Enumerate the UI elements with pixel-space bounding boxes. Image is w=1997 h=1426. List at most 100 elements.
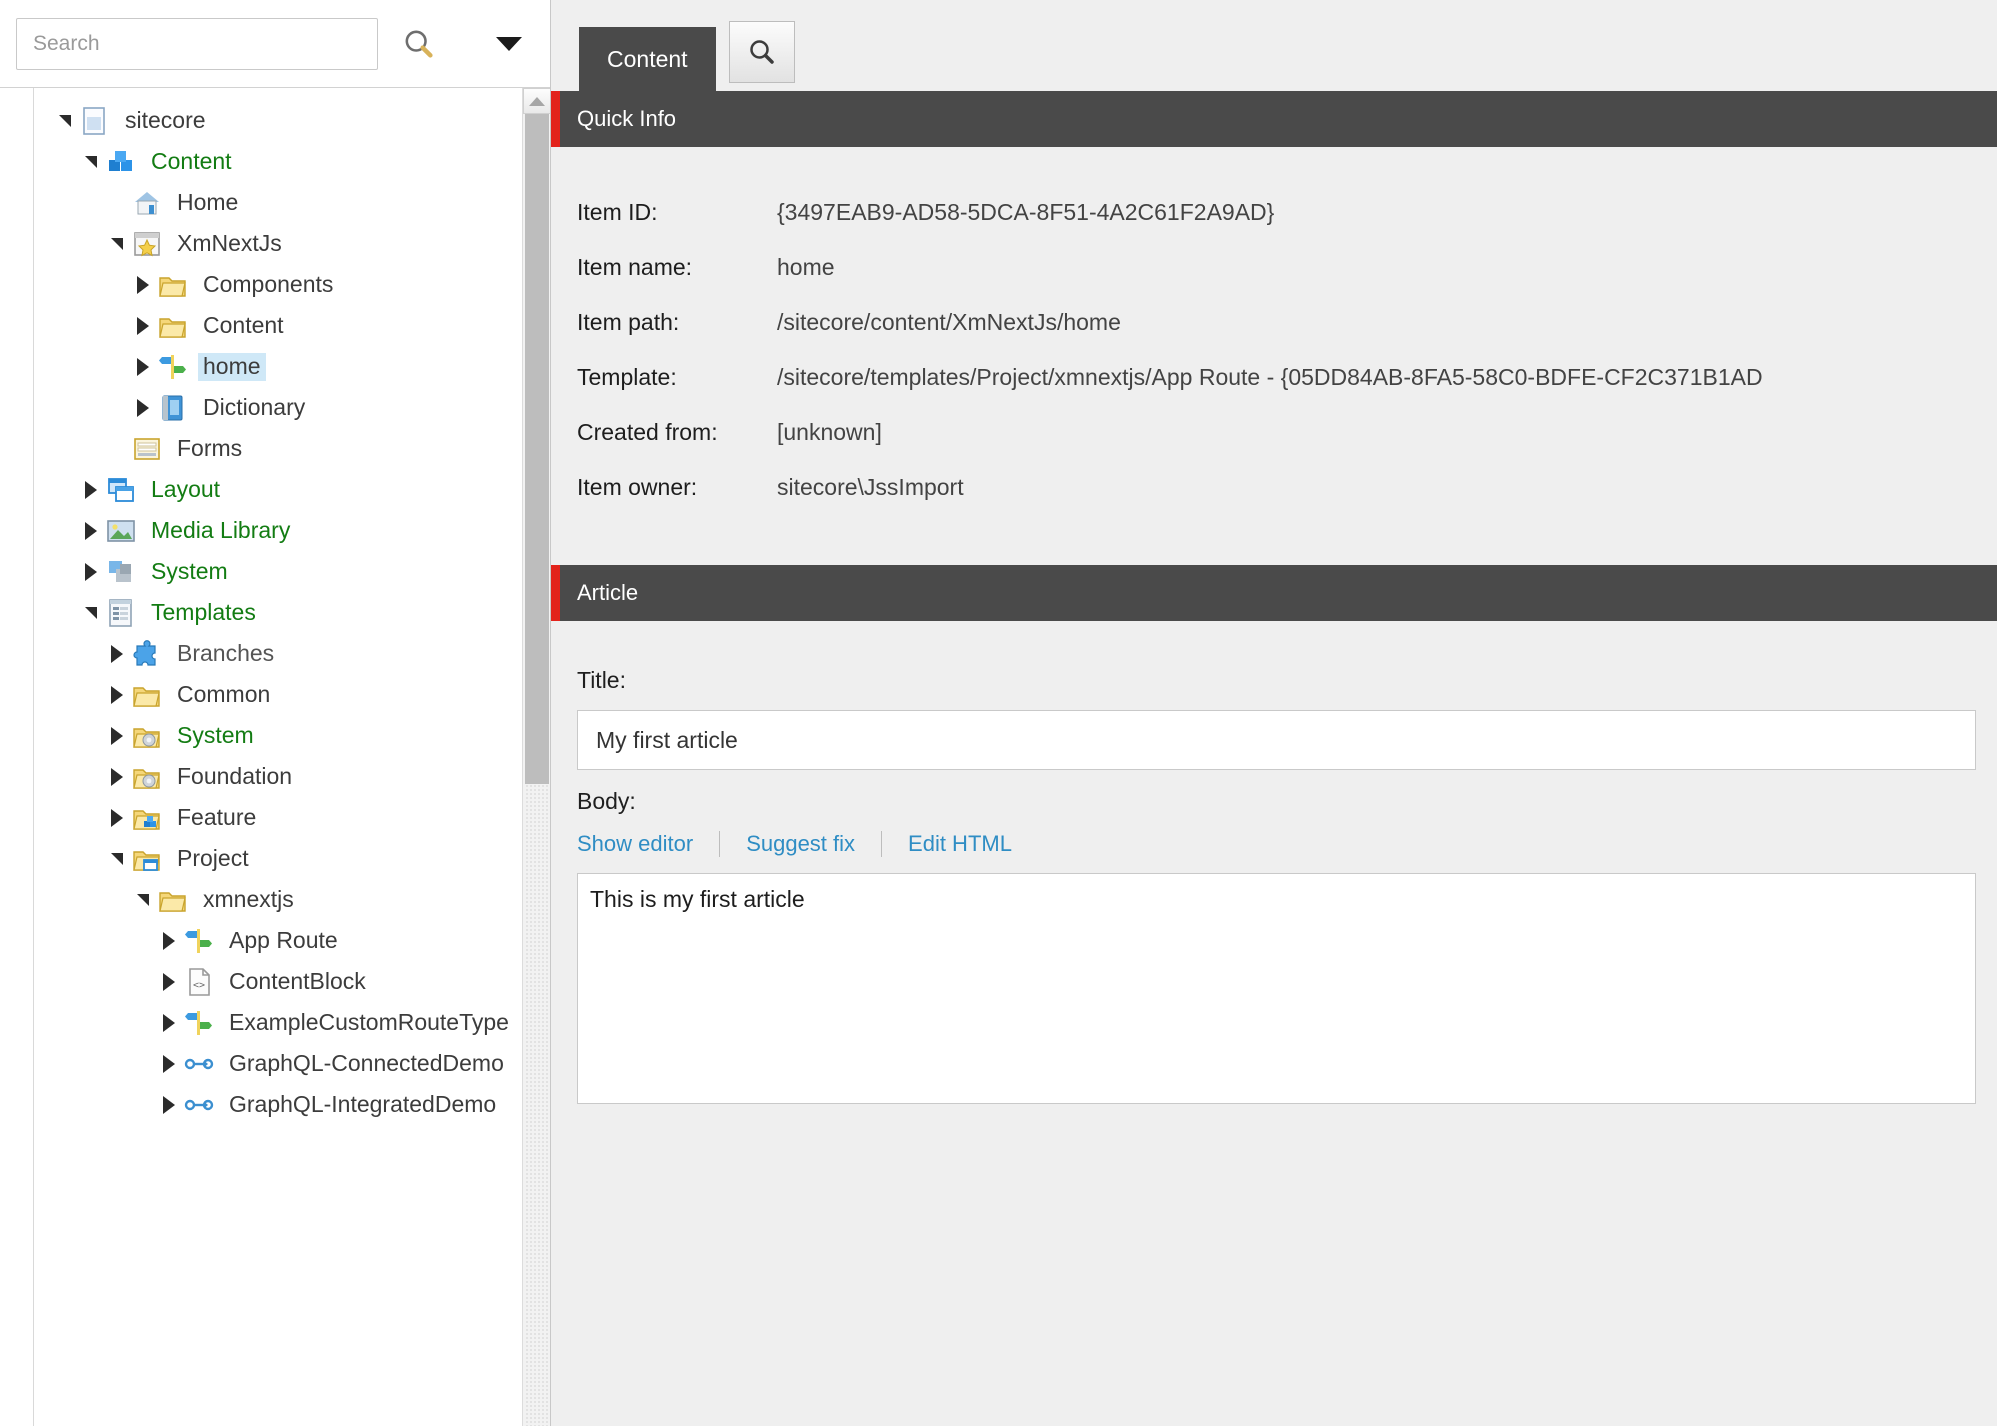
body-link-suggest-fix[interactable]: Suggest fix [746, 831, 855, 857]
tree-item-media-library[interactable]: Media Library [34, 510, 550, 551]
expand-triangle-icon[interactable] [78, 562, 104, 581]
tree-item-contentblock[interactable]: <> ContentBlock [34, 961, 550, 1002]
tree-item-label: XmNextJs [177, 229, 282, 256]
search-icon[interactable] [392, 16, 446, 72]
quick-info-value: /sitecore/templates/Project/xmnextjs/App… [777, 364, 1763, 390]
quick-info-row: Item path: /sitecore/content/XmNextJs/hom… [577, 309, 1997, 364]
tree-item-xmnextjs[interactable]: XmNextJs [34, 223, 550, 264]
tree-item-content[interactable]: Content [34, 305, 550, 346]
scroll-up-button[interactable] [523, 88, 550, 114]
collapse-triangle-icon[interactable] [52, 114, 78, 127]
folder-cubes-icon [132, 803, 162, 833]
layout-windows-icon [106, 475, 136, 505]
expand-triangle-icon[interactable] [130, 316, 156, 335]
tree-item-label: Foundation [177, 762, 293, 789]
body-field-label: Body: [577, 788, 636, 814]
expand-triangle-icon[interactable] [156, 1095, 182, 1114]
body-link-edit-html[interactable]: Edit HTML [908, 831, 1012, 857]
tree-item-graphql-integrateddemo[interactable]: GraphQL-IntegratedDemo [34, 1084, 550, 1125]
body-link-show-editor[interactable]: Show editor [577, 831, 693, 857]
tree-item-dictionary[interactable]: Dictionary [34, 387, 550, 428]
tree-item-label: Forms [177, 434, 243, 461]
tree-item-label: Content [151, 147, 232, 174]
content-tree-pane: sitecore Content Home XmNextJs Components Con… [0, 0, 551, 1426]
quick-info-value: sitecore\JssImport [777, 474, 964, 500]
expand-triangle-icon[interactable] [104, 644, 130, 663]
tree-item-system[interactable]: System [34, 715, 550, 756]
expand-triangle-icon[interactable] [104, 808, 130, 827]
expand-triangle-icon[interactable] [156, 1013, 182, 1032]
tree-vertical-scrollbar[interactable] [522, 88, 550, 1426]
tree-item-label: Feature [177, 803, 257, 830]
quick-info-row: Item ID: {3497EAB9-AD58-5DCA-8F51-4A2C61F… [577, 199, 1997, 254]
expand-triangle-icon[interactable] [156, 1054, 182, 1073]
expand-triangle-icon[interactable] [78, 521, 104, 540]
tree-item-examplecustomroutetype[interactable]: ExampleCustomRouteType [34, 1002, 550, 1043]
article-section-header: Article [551, 565, 1997, 621]
tree-item-foundation[interactable]: Foundation [34, 756, 550, 797]
tree-item-system[interactable]: System [34, 551, 550, 592]
tree-item-content[interactable]: Content [34, 141, 550, 182]
tree-item-label: Templates [151, 598, 256, 625]
expand-triangle-icon[interactable] [78, 480, 104, 499]
tree-item-home[interactable]: home [34, 346, 550, 387]
tree-item-layout[interactable]: Layout [34, 469, 550, 510]
tree-item-label: App Route [229, 926, 338, 953]
expand-triangle-icon[interactable] [156, 931, 182, 950]
quick-info-value: [unknown] [777, 419, 882, 445]
tree-item-templates[interactable]: Templates [34, 592, 550, 633]
tree-item-graphql-connecteddemo[interactable]: GraphQL-ConnectedDemo [34, 1043, 550, 1084]
expand-triangle-icon[interactable] [130, 275, 156, 294]
svg-text:<>: <> [193, 980, 205, 991]
expand-triangle-icon[interactable] [130, 398, 156, 417]
system-cubes-icon [106, 557, 136, 587]
tree-item-app-route[interactable]: App Route [34, 920, 550, 961]
tree-item-forms[interactable]: Forms [34, 428, 550, 469]
scrollbar-track[interactable] [525, 784, 549, 1426]
search-input[interactable] [16, 17, 378, 70]
tree-item-project[interactable]: Project [34, 838, 550, 879]
link-separator [881, 831, 883, 857]
quick-info-section-header: Quick Info [551, 91, 1997, 147]
tree-gutter [0, 88, 34, 1426]
body-textarea[interactable] [577, 873, 1976, 1104]
body-field-toolbar: Show editor Suggest fix Edit HTML [577, 831, 1971, 857]
title-input[interactable] [577, 710, 1976, 770]
document-icon [80, 106, 110, 136]
tree-item-common[interactable]: Common [34, 674, 550, 715]
collapse-triangle-icon[interactable] [104, 852, 130, 865]
expand-triangle-icon[interactable] [104, 767, 130, 786]
collapse-triangle-icon[interactable] [104, 237, 130, 250]
code-doc-icon: <> [184, 967, 214, 997]
expand-triangle-icon[interactable] [104, 726, 130, 745]
collapse-triangle-icon[interactable] [78, 606, 104, 619]
tab-search-button[interactable] [728, 21, 795, 83]
tree-item-xmnextjs[interactable]: xmnextjs [34, 879, 550, 920]
media-image-icon [106, 516, 136, 546]
tree-item-branches[interactable]: Branches [34, 633, 550, 674]
editor-scroll-body: Quick Info Item ID: {3497EAB9-AD58-5DCA-8… [551, 91, 1997, 1426]
expand-triangle-icon[interactable] [104, 685, 130, 704]
folder-icon [132, 680, 162, 710]
tree-item-label: System [177, 721, 254, 748]
tree-item-home[interactable]: Home [34, 182, 550, 223]
quick-info-fields: Item ID: {3497EAB9-AD58-5DCA-8F51-4A2C61F… [551, 147, 1997, 565]
route-signpost-icon [158, 352, 188, 382]
scrollbar-thumb[interactable] [525, 114, 549, 784]
quick-info-label: Item path: [577, 309, 680, 335]
quick-info-row: Item owner: sitecore\JssImport [577, 474, 1997, 529]
tree-item-label: Media Library [151, 516, 291, 543]
quick-info-value: {3497EAB9-AD58-5DCA-8F51-4A2C61F2A9AD} [777, 199, 1275, 225]
collapse-triangle-icon[interactable] [130, 893, 156, 906]
site-star-icon [132, 229, 162, 259]
tree-item-feature[interactable]: Feature [34, 797, 550, 838]
search-options-dropdown[interactable] [486, 16, 532, 72]
expand-triangle-icon[interactable] [156, 972, 182, 991]
folder-gear-icon [132, 721, 162, 751]
book-icon [158, 393, 188, 423]
expand-triangle-icon[interactable] [130, 357, 156, 376]
collapse-triangle-icon[interactable] [78, 155, 104, 168]
tree-item-components[interactable]: Components [34, 264, 550, 305]
tab-content[interactable]: Content [579, 27, 716, 91]
tree-item-sitecore[interactable]: sitecore [34, 100, 550, 141]
